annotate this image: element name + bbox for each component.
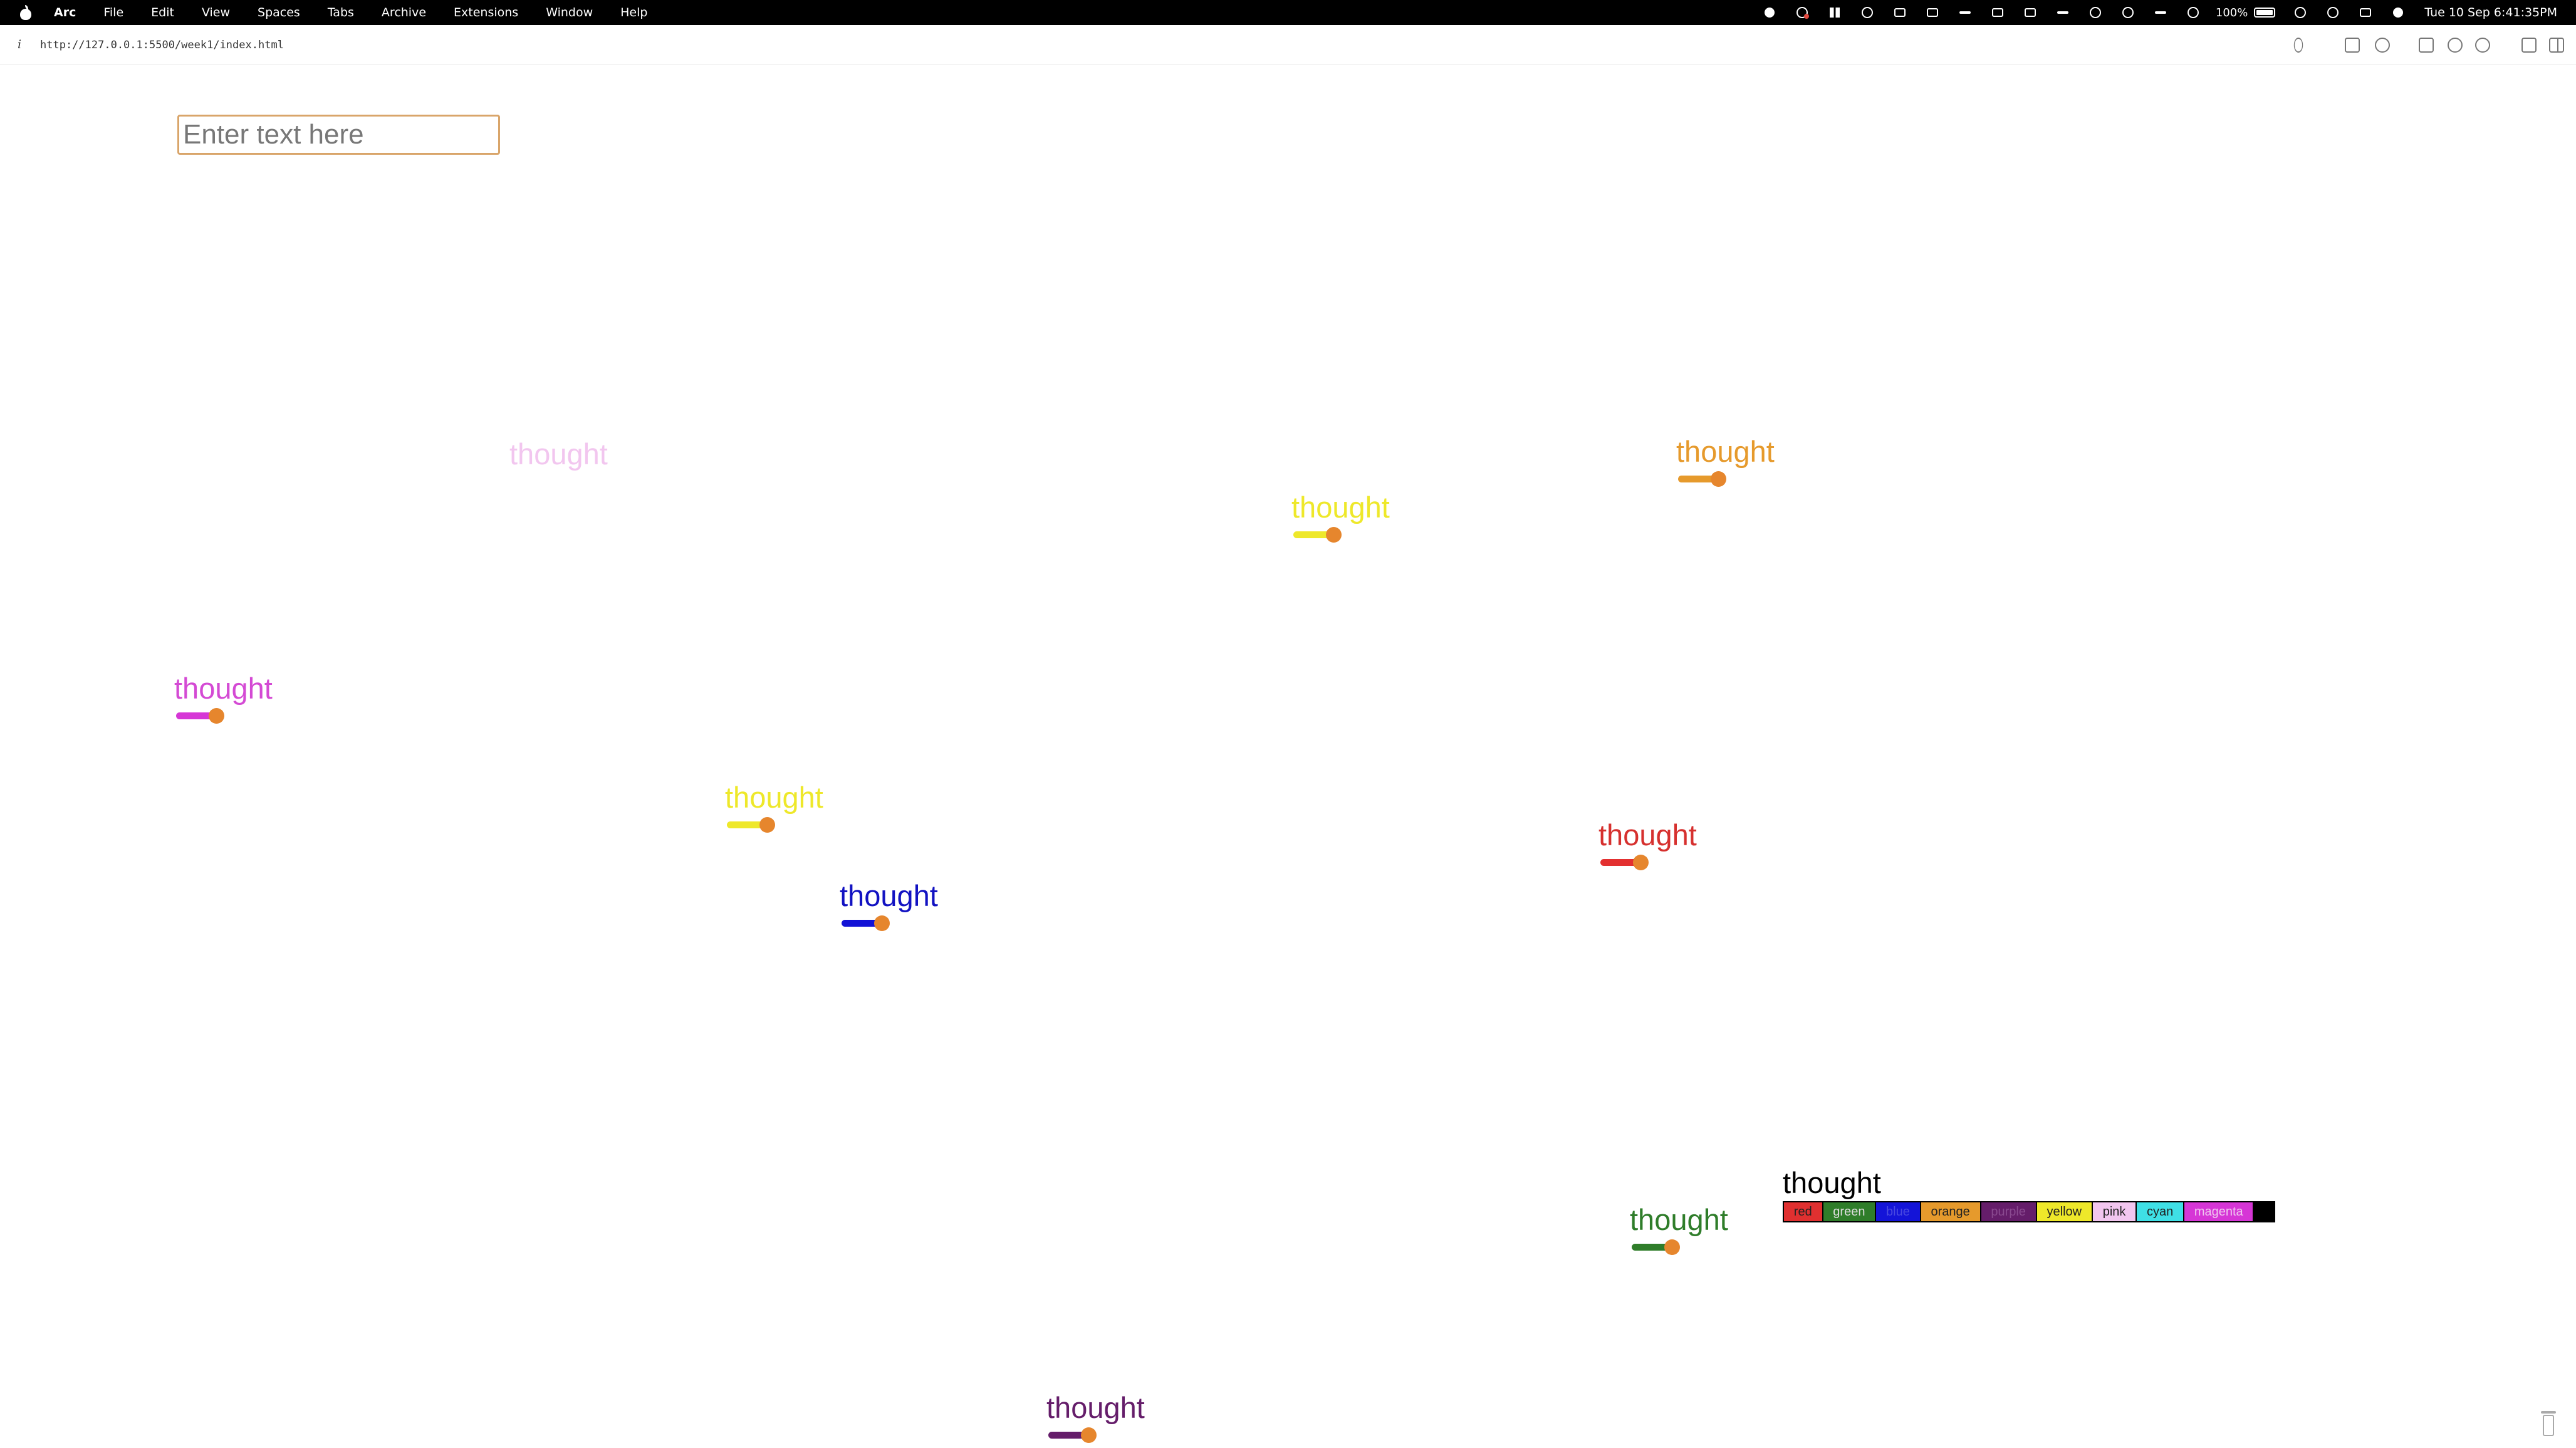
browser-url-bar: i http://127.0.0.1:5500/week1/index.html (0, 25, 2576, 65)
thought-label: thought (1598, 818, 1697, 852)
thought-label: thought (840, 879, 938, 912)
thought-slider[interactable] (842, 914, 890, 932)
thought-item-with-palette[interactable]: thought red green blue orange purple yel… (1783, 1167, 2275, 1222)
window-icon[interactable] (1991, 6, 2005, 19)
thought-label: thought (1676, 435, 1775, 468)
thought-slider[interactable] (1600, 853, 1649, 871)
wifi-icon[interactable] (2293, 6, 2307, 19)
slider-handle[interactable] (759, 817, 775, 833)
menu-archive[interactable]: Archive (382, 6, 426, 19)
swatch-purple[interactable]: purple (1981, 1202, 2037, 1221)
openai-icon[interactable] (1860, 6, 1874, 19)
tab-icon[interactable] (2419, 38, 2434, 53)
slider-handle[interactable] (874, 915, 890, 931)
clock[interactable]: Tue 10 Sep 6:41:35PM (2424, 6, 2557, 19)
thought-slider[interactable] (176, 707, 224, 724)
thought-label: thought (1291, 491, 1390, 524)
status-area: 100% Tue 10 Sep 6:41:35PM (1753, 0, 2557, 25)
swatch-red[interactable]: red (1784, 1202, 1823, 1221)
swatch-green[interactable]: green (1823, 1202, 1877, 1221)
menu-file[interactable]: File (103, 6, 123, 19)
trash-icon[interactable] (2541, 1410, 2556, 1437)
swatch-yellow[interactable]: yellow (2036, 1202, 2093, 1221)
thought-label: thought (509, 437, 608, 471)
extension-icon[interactable] (2475, 38, 2490, 53)
siri-icon[interactable] (2391, 6, 2405, 19)
thought-item-pink[interactable]: thought (509, 439, 608, 470)
url-text[interactable]: http://127.0.0.1:5500/week1/index.html (40, 39, 284, 51)
thought-slider[interactable] (1293, 526, 1342, 543)
slider-handle[interactable] (1326, 527, 1342, 543)
airdrop-icon[interactable] (2121, 6, 2135, 19)
macos-menu-bar: Arc File Edit View Spaces Tabs Archive E… (0, 0, 2576, 25)
thought-item-yellow[interactable]: thought (725, 782, 823, 833)
thought-item-yellow-top[interactable]: thought (1291, 492, 1390, 543)
thought-item-green[interactable]: thought (1630, 1204, 1728, 1256)
thought-item-purple[interactable]: thought (1046, 1392, 1145, 1444)
thought-text-input[interactable] (177, 115, 500, 155)
battery-percent: 100% (2215, 6, 2248, 19)
copy-link-icon[interactable] (2292, 34, 2305, 56)
apple-logo-icon[interactable] (19, 5, 33, 20)
globe-icon[interactable] (2448, 38, 2463, 53)
split-view-icon[interactable] (2549, 38, 2564, 53)
layout-icon[interactable] (1828, 6, 1842, 19)
thought-label: thought (1046, 1391, 1145, 1424)
weather-icon[interactable] (2056, 6, 2070, 19)
swatch-orange[interactable]: orange (1921, 1202, 1981, 1221)
menu-app-name[interactable]: Arc (54, 6, 76, 19)
slider-handle[interactable] (1711, 471, 1726, 487)
menu-window[interactable]: Window (546, 6, 593, 19)
battery-icon[interactable] (2254, 8, 2276, 18)
slider-handle[interactable] (209, 708, 224, 724)
slider-handle[interactable] (1633, 855, 1649, 870)
thought-label: thought (725, 781, 823, 814)
control-center-icon[interactable] (2359, 6, 2372, 19)
thought-item-blue[interactable]: thought (840, 880, 938, 932)
screen-select-icon[interactable] (2023, 6, 2037, 19)
thought-item-magenta[interactable]: thought (174, 673, 273, 724)
extension-status-icon[interactable] (1795, 6, 1809, 19)
slider-handle[interactable] (1664, 1239, 1680, 1255)
slider-handle[interactable] (1081, 1427, 1097, 1443)
thought-slider[interactable] (1678, 470, 1726, 487)
thought-label: thought (1783, 1166, 1881, 1199)
camera-icon[interactable] (2375, 38, 2390, 53)
thought-slider[interactable] (727, 816, 775, 833)
thought-slider[interactable] (1048, 1426, 1097, 1444)
swatch-pink[interactable]: pink (2092, 1202, 2137, 1221)
moon-icon[interactable] (2088, 6, 2102, 19)
menu-spaces[interactable]: Spaces (258, 6, 300, 19)
search-icon[interactable] (2326, 6, 2340, 19)
menu-help[interactable]: Help (620, 6, 647, 19)
keyboard-icon[interactable] (1893, 6, 1907, 19)
color-palette: red green blue orange purple yellow pink… (1783, 1201, 2275, 1222)
developer-icon[interactable] (2521, 38, 2537, 53)
swatch-cyan[interactable]: cyan (2137, 1202, 2185, 1221)
record-icon[interactable] (1763, 6, 1776, 19)
thought-label: thought (174, 672, 273, 705)
thought-item-red[interactable]: thought (1598, 820, 1697, 871)
mute-icon[interactable] (1958, 6, 1972, 19)
menu-edit[interactable]: Edit (151, 6, 174, 19)
capture-icon[interactable] (2345, 38, 2360, 53)
swatch-blue[interactable]: blue (1876, 1202, 1921, 1221)
menu-extensions[interactable]: Extensions (454, 6, 518, 19)
swatch-black[interactable] (2254, 1202, 2275, 1221)
thought-slider[interactable] (1632, 1238, 1680, 1256)
display-icon[interactable] (1926, 6, 1939, 19)
bluetooth-icon[interactable] (2154, 6, 2167, 19)
swatch-magenta[interactable]: magenta (2184, 1202, 2255, 1221)
info-icon[interactable]: i (18, 38, 21, 51)
thought-item-orange[interactable]: thought (1676, 436, 1775, 487)
thought-label: thought (1630, 1203, 1728, 1236)
menu-tabs[interactable]: Tabs (328, 6, 354, 19)
menu-view[interactable]: View (202, 6, 230, 19)
timer-icon[interactable] (2186, 6, 2200, 19)
